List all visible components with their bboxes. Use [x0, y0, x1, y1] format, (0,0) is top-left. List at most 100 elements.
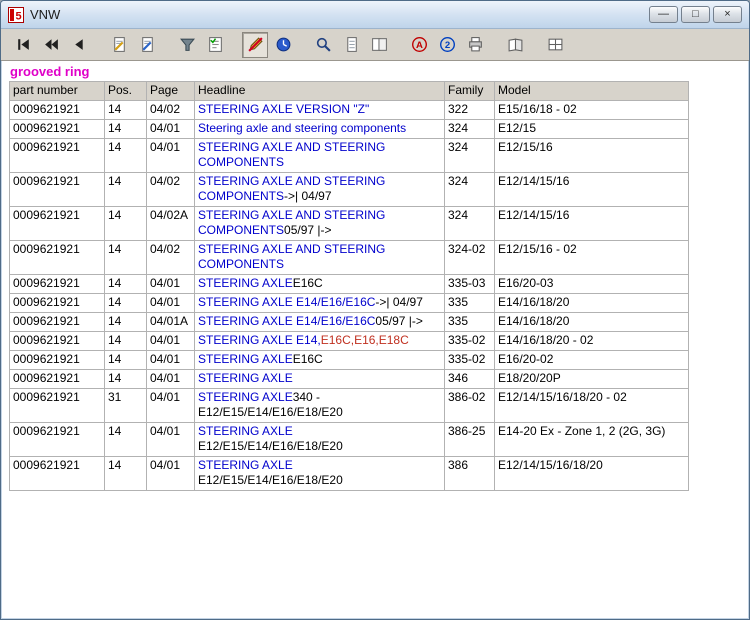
table-row[interactable]: 0009621921 14 04/01 STEERING AXLE E14/E1… — [9, 293, 689, 313]
table-row[interactable]: 0009621921 14 04/02 STEERING AXLE VERSIO… — [9, 100, 689, 120]
circle-2-icon: 2 — [439, 37, 455, 52]
headline-link[interactable]: STEERING AXLE AND STEERING COMPONENTS — [198, 242, 389, 271]
cell-headline: STEERING AXLE VERSION "Z" — [194, 100, 445, 120]
catalog-button[interactable] — [502, 32, 528, 58]
printer-icon — [468, 37, 482, 52]
cell-part-number: 0009621921 — [9, 456, 105, 491]
cell-model: E15/16/18 - 02 — [494, 100, 689, 120]
minimize-button[interactable]: — — [649, 6, 678, 23]
cell-model: E14-20 Ex - Zone 1, 2 (2G, 3G) — [494, 422, 689, 457]
headline-link[interactable]: STEERING AXLE — [198, 352, 293, 366]
page-icon — [346, 37, 357, 52]
headline-link[interactable]: Steering axle and steering components — [198, 121, 406, 135]
cell-pos: 14 — [104, 274, 147, 294]
cell-page: 04/01 — [146, 138, 195, 173]
annotation-a-button[interactable]: A — [406, 32, 432, 58]
cell-part-number: 0009621921 — [9, 422, 105, 457]
headline-text: E12/E15/E14/E16/E18/E20 — [198, 439, 343, 453]
table-row[interactable]: 0009621921 14 04/01 Steering axle and st… — [9, 119, 689, 139]
table-row[interactable]: 0009621921 14 04/01 STEERING AXLE E14,E1… — [9, 331, 689, 351]
edit-document-forward-button[interactable] — [134, 32, 160, 58]
checklist-button[interactable] — [202, 32, 228, 58]
table-row[interactable]: 0009621921 14 04/01 STEERING AXLE 346 E1… — [9, 369, 689, 389]
cell-headline: STEERING AXLE340 - E12/E15/E14/E16/E18/E… — [194, 388, 445, 423]
cell-page: 04/01 — [146, 369, 195, 389]
cell-headline: STEERING AXLE E14,E16C,E16,E18C — [194, 331, 445, 351]
cell-model: E14/16/18/20 - 02 — [494, 331, 689, 351]
headline-link[interactable]: STEERING AXLE — [198, 424, 293, 438]
cell-headline: STEERING AXLE E12/E15/E14/E16/E18/E20 — [194, 422, 445, 457]
cell-part-number: 0009621921 — [9, 100, 105, 120]
table-row[interactable]: 0009621921 14 04/01 STEERING AXLE E12/E1… — [9, 422, 689, 457]
client-area: grooved ring part number Pos. Page Headl… — [2, 62, 748, 618]
cell-page: 04/01A — [146, 312, 195, 332]
toolbar: A2 — [1, 29, 749, 61]
grid-icon — [548, 38, 562, 51]
cell-page: 04/02A — [146, 206, 195, 241]
cell-pos: 14 — [104, 456, 147, 491]
history-button[interactable] — [270, 32, 296, 58]
cell-family: 335 — [444, 293, 495, 313]
two-page-view-button[interactable] — [366, 32, 392, 58]
table-row[interactable]: 0009621921 14 04/02A STEERING AXLE AND S… — [9, 206, 689, 241]
cell-family: 324 — [444, 138, 495, 173]
cell-family: 335-02 — [444, 331, 495, 351]
cell-pos: 14 — [104, 119, 147, 139]
cell-headline: STEERING AXLE AND STEERING COMPONENTS05/… — [194, 206, 445, 241]
close-button[interactable]: × — [713, 6, 742, 23]
app-icon: 5 — [8, 6, 24, 23]
table-row[interactable]: 0009621921 14 04/02 STEERING AXLE AND ST… — [9, 240, 689, 275]
cell-pos: 14 — [104, 369, 147, 389]
headline-link[interactable]: STEERING AXLE VERSION "Z" — [198, 102, 369, 116]
go-previous-fast-button[interactable] — [38, 32, 64, 58]
cell-page: 04/01 — [146, 331, 195, 351]
table-row[interactable]: 0009621921 31 04/01 STEERING AXLE340 - E… — [9, 388, 689, 423]
maximize-button[interactable]: □ — [681, 6, 710, 23]
headline-link[interactable]: STEERING AXLE E14/E16/E16C — [198, 314, 375, 328]
headline-link[interactable]: STEERING AXLE AND STEERING COMPONENTS — [198, 140, 389, 169]
titlebar[interactable]: 5 VNW — □ × — [1, 1, 749, 29]
cell-part-number: 0009621921 — [9, 388, 105, 423]
cell-family: 324 — [444, 206, 495, 241]
filter-button[interactable] — [174, 32, 200, 58]
search-term-label: grooved ring — [10, 64, 90, 79]
headline-text: E16C,E16,E18C — [320, 333, 409, 347]
headline-link[interactable]: STEERING AXLE — [198, 276, 293, 290]
go-first-button[interactable] — [10, 32, 36, 58]
headline-link[interactable]: STEERING AXLE — [198, 371, 293, 385]
page-view-button[interactable] — [338, 32, 364, 58]
cell-page: 04/01 — [146, 119, 195, 139]
svg-text:5: 5 — [15, 10, 21, 22]
cell-page: 04/01 — [146, 388, 195, 423]
headline-link[interactable]: STEERING AXLE E14/E16/E16C — [198, 295, 375, 309]
cell-model: E12/14/15/16/18/20 - 02 — [494, 388, 689, 423]
cell-part-number: 0009621921 — [9, 206, 105, 241]
zoom-button[interactable] — [310, 32, 336, 58]
headline-link[interactable]: STEERING AXLE E14, — [198, 333, 321, 347]
headline-link[interactable]: STEERING AXLE — [198, 458, 293, 472]
no-edit-button[interactable] — [242, 31, 268, 58]
go-previous-button[interactable] — [66, 32, 92, 58]
annotation-2-button[interactable]: 2 — [434, 32, 460, 58]
table-row[interactable]: 0009621921 14 04/01 STEERING AXLEE16C 33… — [9, 274, 689, 294]
print-button[interactable] — [462, 32, 488, 58]
col-family: Family — [444, 81, 495, 101]
table-row[interactable]: 0009621921 14 04/01 STEERING AXLE AND ST… — [9, 138, 689, 173]
table-row[interactable]: 0009621921 14 04/01A STEERING AXLE E14/E… — [9, 312, 689, 332]
table-row[interactable]: 0009621921 14 04/02 STEERING AXLE AND ST… — [9, 172, 689, 207]
cell-headline: STEERING AXLE E14/E16/E16C05/97 |-> — [194, 312, 445, 332]
toolbar-separator — [230, 32, 240, 58]
pen-slash-icon — [247, 37, 263, 52]
magnifier-icon — [316, 37, 331, 52]
headline-text: E12/E15/E14/E16/E18/E20 — [198, 473, 343, 487]
funnel-icon — [179, 38, 195, 51]
edit-document-back-button[interactable] — [106, 32, 132, 58]
svg-text:A: A — [416, 40, 423, 51]
headline-text: 05/97 |-> — [375, 314, 423, 328]
cell-headline: STEERING AXLEE16C — [194, 350, 445, 370]
table-row[interactable]: 0009621921 14 04/01 STEERING AXLE E12/E1… — [9, 456, 689, 491]
table-row[interactable]: 0009621921 14 04/01 STEERING AXLEE16C 33… — [9, 350, 689, 370]
headline-link[interactable]: STEERING AXLE — [198, 390, 293, 404]
grid-view-button[interactable] — [542, 32, 568, 58]
cell-part-number: 0009621921 — [9, 274, 105, 294]
